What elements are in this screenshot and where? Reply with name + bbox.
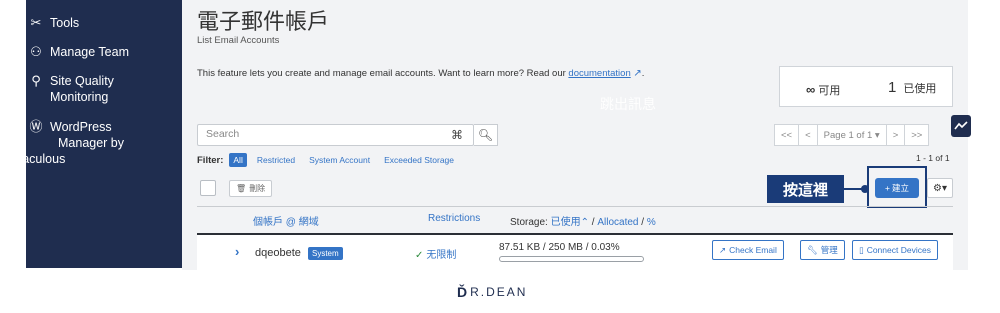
restriction-label: 无限制 <box>426 250 457 261</box>
brand-text: R.DEAN <box>470 285 528 299</box>
external-link-icon: ↗ <box>633 68 642 79</box>
delete-label: 刪除 <box>249 184 266 193</box>
create-button[interactable]: + 建立 <box>875 178 919 198</box>
watermark-text: 跳出訊息 <box>600 97 656 113</box>
search-input[interactable] <box>206 128 426 140</box>
site-quality-icon: ⚲ <box>31 73 41 88</box>
storage-prefix: Storage: <box>510 217 548 228</box>
search-box: ⌘ <box>197 124 474 146</box>
infinity-icon: ∞ <box>806 82 816 97</box>
tools-icon: ✂ <box>30 15 42 30</box>
sidebar-item-label: Site Quality <box>50 74 114 88</box>
sidebar-item-label: WordPress <box>50 120 112 134</box>
intro-end: . <box>641 68 645 79</box>
manage-team-icon: ⚇ <box>30 44 42 59</box>
used-count: 1 <box>888 79 897 96</box>
divider <box>197 206 953 207</box>
intro-body: This feature lets you create and manage … <box>197 68 566 79</box>
sidebar-item-label-line2: Monitoring <box>50 90 109 104</box>
sort-up-icon: ⌃ <box>580 217 589 228</box>
settings-dropdown[interactable]: ⚙▾ <box>927 178 953 198</box>
filter-system-account[interactable]: System Account <box>309 155 370 165</box>
check-email-label: Check Email <box>729 245 777 255</box>
column-header-storage: Storage: 已使用⌃ / Allocated / % <box>510 213 656 228</box>
callout-label: 按這裡 <box>767 175 844 203</box>
main-content: 電子郵件帳戶 List Email Accounts This feature … <box>182 0 968 270</box>
filter-label: Filter: <box>197 154 224 166</box>
chart-icon[interactable] <box>951 115 971 137</box>
manage-label: 管理 <box>820 245 838 255</box>
available-stat: ∞ 可用 <box>806 82 840 98</box>
restriction-status: ✓ 无限制 <box>415 246 456 261</box>
filter-bar: Filter: All Restricted System Account Ex… <box>197 153 468 167</box>
result-count: 1 - 1 of 1 <box>916 153 950 163</box>
search-icon: 🔍︎ <box>477 128 494 142</box>
sort-percent[interactable]: % <box>647 217 656 228</box>
last-page-button[interactable]: >> <box>905 124 930 146</box>
available-label: 可用 <box>818 85 841 97</box>
system-badge: System <box>308 247 343 260</box>
page-title: 電子郵件帳戶 <box>197 10 330 35</box>
sidebar-item-manage-team[interactable]: ⚇ Manage Team <box>26 44 129 60</box>
storage-sep2: / <box>641 217 645 228</box>
filter-restricted[interactable]: Restricted <box>257 155 295 165</box>
documentation-link[interactable]: documentation <box>568 68 630 79</box>
sort-allocated[interactable]: Allocated <box>597 217 638 228</box>
sidebar-item-label: Tools <box>50 16 80 30</box>
column-header-restrictions[interactable]: Restrictions <box>428 213 480 224</box>
sort-used[interactable]: 已使用 <box>551 217 581 228</box>
search-button[interactable]: 🔍︎ <box>474 124 498 146</box>
intro-text: This feature lets you create and manage … <box>197 68 644 79</box>
next-page-button[interactable]: > <box>886 124 906 146</box>
pagination: << < Page 1 of 1 ▾ > >> <box>774 124 930 146</box>
sidebar-item-label-line2: Manager by <box>58 136 125 150</box>
sidebar-item-site-quality[interactable]: ⚲ Site Quality Monitoring <box>26 73 114 105</box>
connect-devices-button[interactable]: ▯ Connect Devices <box>852 240 938 260</box>
clear-search-icon[interactable]: ⌘ <box>451 128 463 142</box>
page-select[interactable]: Page 1 of 1 ▾ <box>817 124 887 146</box>
external-link-icon: ↗ <box>719 244 727 255</box>
connect-devices-label: Connect Devices <box>866 245 931 255</box>
check-icon: ✓ <box>415 250 424 261</box>
select-all-checkbox[interactable] <box>200 180 216 196</box>
plus-icon: + <box>885 183 890 193</box>
delete-button[interactable]: 🗑︎ 刪除 <box>229 180 273 197</box>
prev-page-button[interactable]: < <box>799 124 818 146</box>
sidebar-item-tools[interactable]: ✂ Tools <box>26 15 80 31</box>
column-header-account[interactable]: 個帳戶 @ 網域 <box>253 213 319 228</box>
sidebar: ✂ Tools ⚇ Manage Team ⚲ Site Quality Mon… <box>26 0 182 268</box>
wrench-icon: 🔧︎ <box>807 244 818 255</box>
filter-all[interactable]: All <box>229 153 247 167</box>
manage-button[interactable]: 🔧︎ 管理 <box>800 240 845 260</box>
brand-logo: Ď R.DEAN <box>457 284 527 300</box>
expand-chevron-icon[interactable]: › <box>235 244 239 259</box>
wordpress-icon: Ⓦ <box>29 119 43 134</box>
create-label: 建立 <box>891 183 909 193</box>
check-email-button[interactable]: ↗ Check Email <box>712 240 784 260</box>
used-label: 已使用 <box>903 83 937 95</box>
account-name: dqeobete <box>255 247 301 259</box>
logo-mark-icon: Ď <box>457 284 470 300</box>
storage-usage: 87.51 KB / 250 MB / 0.03% <box>499 242 620 253</box>
filter-exceeded-storage[interactable]: Exceeded Storage <box>384 155 454 165</box>
storage-sep1: / <box>591 217 595 228</box>
sidebar-item-softaculous[interactable]: Softaculous <box>0 152 65 166</box>
stats-box: ∞ 可用 1 已使用 <box>779 66 953 107</box>
sidebar-item-wordpress[interactable]: Ⓦ WordPress Manager by <box>26 119 124 151</box>
device-icon: ▯ <box>859 244 864 255</box>
storage-progress-bar <box>499 256 644 262</box>
page-subtitle: List Email Accounts <box>197 35 280 46</box>
used-stat: 1 已使用 <box>888 79 936 96</box>
trash-icon: 🗑︎ <box>236 184 247 193</box>
first-page-button[interactable]: << <box>774 124 800 146</box>
sidebar-item-label: Manage Team <box>50 45 129 59</box>
